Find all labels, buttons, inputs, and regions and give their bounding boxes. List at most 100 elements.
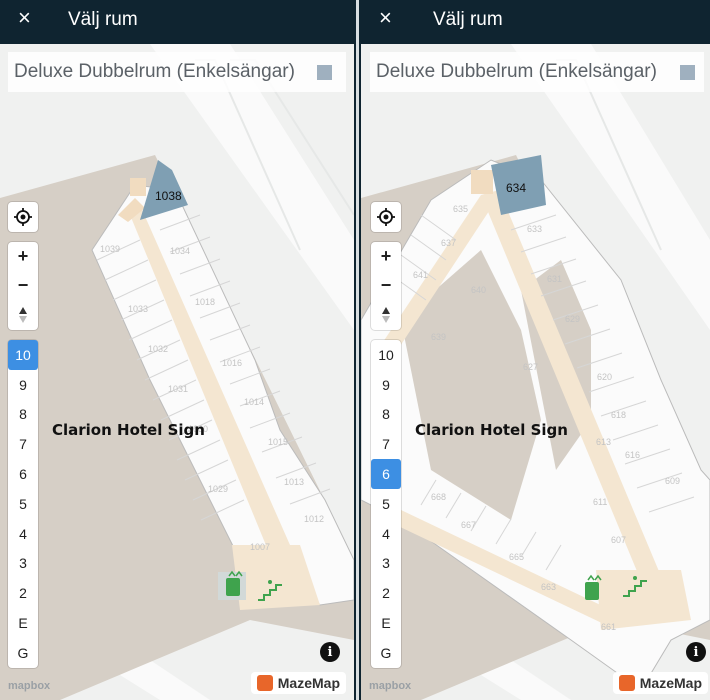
floor-7-button[interactable]: 7 xyxy=(371,429,401,459)
room-number-label: 1016 xyxy=(222,358,242,368)
floor-2-button[interactable]: 2 xyxy=(371,578,401,608)
zoom-out-button[interactable]: − xyxy=(8,271,38,300)
room-number-label: 665 xyxy=(509,552,524,562)
floor-8-button[interactable]: 8 xyxy=(371,400,401,430)
room-number-label: 1031 xyxy=(168,384,188,394)
room-number-label: 637 xyxy=(441,238,456,248)
building-label: Clarion Hotel Sign xyxy=(52,421,205,439)
indoor-map[interactable]: 634 635637641640639633631629630627620618… xyxy=(361,44,710,700)
room-number-label: 613 xyxy=(596,437,611,447)
close-icon[interactable]: × xyxy=(379,7,392,29)
mazemap-logo[interactable]: MazeMap xyxy=(250,672,346,694)
room-number-label: 618 xyxy=(611,410,626,420)
map-panel-right: 634 635637641640639633631629630627620618… xyxy=(361,0,710,700)
floor-3-button[interactable]: 3 xyxy=(8,549,38,579)
split-divider xyxy=(354,0,361,700)
page-title: Välj rum xyxy=(433,9,503,30)
crosshair-icon xyxy=(14,208,32,226)
room-number-label: 1034 xyxy=(170,246,190,256)
locate-button[interactable] xyxy=(8,202,38,232)
mazemap-logo-icon xyxy=(618,675,635,691)
room-number-label: 631 xyxy=(547,274,562,284)
room-number-label: 609 xyxy=(665,476,680,486)
floor-6-button[interactable]: 6 xyxy=(371,459,401,489)
zoom-controls: + − xyxy=(8,242,38,330)
floor-3-button[interactable]: 3 xyxy=(371,549,401,579)
room-number-label: 641 xyxy=(413,270,428,280)
page-title: Välj rum xyxy=(68,9,138,30)
room-number-label: 1033 xyxy=(128,304,148,314)
floor-4-button[interactable]: 4 xyxy=(8,519,38,549)
top-bar: × Välj rum xyxy=(0,0,354,44)
room-number-label: 635 xyxy=(453,204,468,214)
close-icon[interactable]: × xyxy=(18,7,31,29)
room-number-label: 607 xyxy=(611,535,626,545)
room-color-swatch xyxy=(317,65,332,80)
floor-selector: 10 9 8 7 6 5 4 3 2 E G xyxy=(371,340,401,668)
floor-5-button[interactable]: 5 xyxy=(371,489,401,519)
floor-8-button[interactable]: 8 xyxy=(8,400,38,430)
room-number-label: 1007 xyxy=(250,542,270,552)
floor-10-button[interactable]: 10 xyxy=(371,340,401,370)
room-type-header: Deluxe Dubbelrum (Enkelsängar) xyxy=(370,52,704,92)
map-panel-left: 1038 1039 1034 1033 1032 1031 1030 1029 1018 101… xyxy=(0,0,354,700)
indoor-map[interactable]: 1038 1039 1034103310321031103010291018101… xyxy=(0,44,354,700)
floor-G-button[interactable]: G xyxy=(8,638,38,668)
floor-9-button[interactable]: 9 xyxy=(8,370,38,400)
room-type-header: Deluxe Dubbelrum (Enkelsängar) xyxy=(8,52,346,92)
room-number-label: 640 xyxy=(471,285,486,295)
compass-button[interactable] xyxy=(371,300,401,329)
floor-E-button[interactable]: E xyxy=(8,608,38,638)
building-label: Clarion Hotel Sign xyxy=(415,421,568,439)
info-icon[interactable]: i xyxy=(686,642,706,662)
mazemap-logo-icon xyxy=(256,675,273,691)
room-number-label: 668 xyxy=(431,492,446,502)
room-color-swatch xyxy=(680,65,695,80)
room-number-label: 1018 xyxy=(195,297,215,307)
compass-icon xyxy=(382,306,390,323)
room-number-label: 1032 xyxy=(148,344,168,354)
floor-9-button[interactable]: 9 xyxy=(371,370,401,400)
room-number-label: 667 xyxy=(461,520,476,530)
mazemap-logo[interactable]: MazeMap xyxy=(612,672,708,694)
highlighted-room-label: 1038 xyxy=(155,189,182,203)
zoom-in-button[interactable]: + xyxy=(8,242,38,271)
zoom-in-button[interactable]: + xyxy=(371,242,401,271)
highlighted-room-label: 634 xyxy=(506,181,526,195)
compass-button[interactable] xyxy=(8,300,38,329)
room-number-label: 1029 xyxy=(208,484,228,494)
crosshair-icon xyxy=(377,208,395,226)
room-number-label: 1015 xyxy=(268,437,288,447)
room-number-label: 633 xyxy=(527,224,542,234)
zoom-controls: + − xyxy=(371,242,401,330)
room-number-label: 616 xyxy=(625,450,640,460)
room-number-label: 1012 xyxy=(304,514,324,524)
mazemap-logo-text: MazeMap xyxy=(277,675,340,691)
floor-2-button[interactable]: 2 xyxy=(8,578,38,608)
floor-7-button[interactable]: 7 xyxy=(8,429,38,459)
floor-6-button[interactable]: 6 xyxy=(8,459,38,489)
room-number-label: 663 xyxy=(541,582,556,592)
floor-4-button[interactable]: 4 xyxy=(371,519,401,549)
room-number-label: 661 xyxy=(601,622,616,632)
floor-10-button[interactable]: 10 xyxy=(8,340,38,370)
mapbox-logo[interactable]: mapbox xyxy=(369,680,411,692)
room-type-name: Deluxe Dubbelrum (Enkelsängar) xyxy=(376,61,657,82)
room-type-name: Deluxe Dubbelrum (Enkelsängar) xyxy=(14,61,295,82)
floor-5-button[interactable]: 5 xyxy=(8,489,38,519)
room-number-label: 1039 xyxy=(100,244,120,254)
room-number-label: 639 xyxy=(431,332,446,342)
zoom-out-button[interactable]: − xyxy=(371,271,401,300)
room-number-label: 611 xyxy=(593,497,607,507)
room-number-label: 1014 xyxy=(244,397,264,407)
top-bar: × Välj rum xyxy=(361,0,710,44)
info-icon[interactable]: i xyxy=(320,642,340,662)
floor-selector: 10 9 8 7 6 5 4 3 2 E G xyxy=(8,340,38,668)
room-number-label: 627 xyxy=(523,362,538,372)
locate-button[interactable] xyxy=(371,202,401,232)
floor-G-button[interactable]: G xyxy=(371,638,401,668)
room-number-label: 1013 xyxy=(284,477,304,487)
compass-icon xyxy=(19,306,27,323)
mapbox-logo[interactable]: mapbox xyxy=(8,680,50,692)
floor-E-button[interactable]: E xyxy=(371,608,401,638)
